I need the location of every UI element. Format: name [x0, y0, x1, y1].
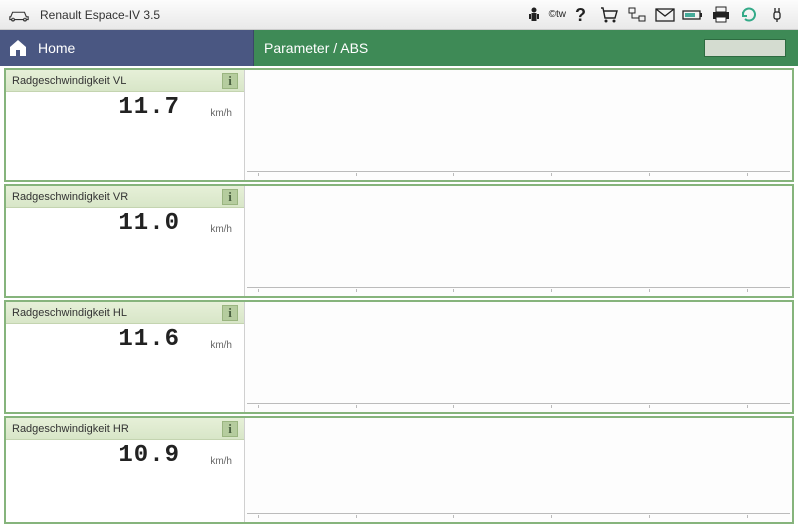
otw-label: ©tw [549, 4, 566, 26]
mail-icon[interactable] [652, 4, 678, 26]
param-value-area: 11.0 km/h [6, 208, 244, 237]
param-value: 10.9 [6, 442, 180, 469]
param-chart [244, 302, 792, 412]
param-left: Radgeschwindigkeit HRi10.9km/h [6, 418, 244, 522]
content-area: Radgeschwindigkeit VLi11.7km/hRadgeschwi… [0, 66, 798, 528]
param-left: Radgeschwindigkeit VLi11.7km/h [6, 70, 244, 180]
titlebar: Renault Espace-IV 3.5 ©tw ? [0, 0, 798, 30]
home-icon [8, 39, 28, 57]
parameter-row: Radgeschwindigkeit VLi11.7km/h [4, 68, 794, 182]
param-value: 11.6 [6, 326, 180, 353]
param-header: Radgeschwindigkeit VRi [6, 186, 244, 208]
param-unit: km/h [188, 340, 236, 351]
parameter-row: Radgeschwindigkeit HRi10.9km/h [4, 416, 794, 524]
refresh-icon[interactable] [736, 4, 762, 26]
param-left: Radgeschwindigkeit HLi11.6km/h [6, 302, 244, 412]
parameter-row: Radgeschwindigkeit VRi11.0km/h [4, 184, 794, 298]
vehicle-title: Renault Espace-IV 3.5 [40, 8, 160, 22]
param-header: Radgeschwindigkeit HLi [6, 302, 244, 324]
battery-icon[interactable] [680, 4, 706, 26]
param-unit: km/h [188, 456, 236, 467]
svg-text:?: ? [575, 5, 586, 25]
param-chart [244, 186, 792, 296]
navbar: Home Parameter / ABS [0, 30, 798, 66]
info-icon[interactable]: i [222, 189, 238, 205]
param-value-area: 11.7 km/h [6, 92, 244, 121]
progress-bar [704, 39, 786, 57]
param-chart [244, 70, 792, 180]
param-unit: km/h [188, 108, 236, 119]
home-label: Home [38, 40, 75, 56]
param-value: 11.0 [6, 210, 180, 237]
parameter-row: Radgeschwindigkeit HLi11.6km/h [4, 300, 794, 414]
param-left: Radgeschwindigkeit VRi11.0km/h [6, 186, 244, 296]
param-name: Radgeschwindigkeit VR [12, 191, 222, 203]
param-chart [244, 418, 792, 522]
param-value-area: 10.9 km/h [6, 440, 244, 469]
info-icon[interactable]: i [222, 421, 238, 437]
info-icon[interactable]: i [222, 305, 238, 321]
printer-icon[interactable] [708, 4, 734, 26]
param-name: Radgeschwindigkeit HR [12, 423, 222, 435]
cart-icon[interactable] [596, 4, 622, 26]
param-name: Radgeschwindigkeit VL [12, 75, 222, 87]
breadcrumb-text: Parameter / ABS [264, 40, 704, 56]
param-unit: km/h [188, 224, 236, 235]
param-value: 11.7 [6, 94, 180, 121]
person-icon[interactable] [521, 4, 547, 26]
help-icon[interactable]: ? [568, 4, 594, 26]
param-name: Radgeschwindigkeit HL [12, 307, 222, 319]
info-icon[interactable]: i [222, 73, 238, 89]
param-value-area: 11.6 km/h [6, 324, 244, 353]
plug-icon[interactable] [764, 4, 790, 26]
car-icon [8, 7, 30, 23]
param-header: Radgeschwindigkeit HRi [6, 418, 244, 440]
nav-home[interactable]: Home [0, 30, 254, 66]
param-header: Radgeschwindigkeit VLi [6, 70, 244, 92]
nav-breadcrumb: Parameter / ABS [254, 30, 798, 66]
network-icon[interactable] [624, 4, 650, 26]
